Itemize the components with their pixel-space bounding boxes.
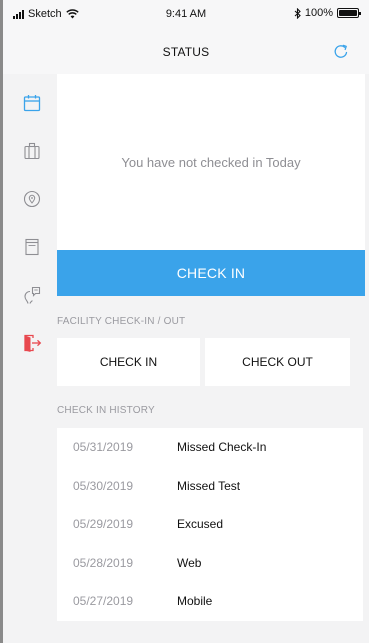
facility-section-label: FACILITY CHECK-IN / OUT bbox=[57, 316, 186, 327]
history-row[interactable]: 05/27/2019 Mobile bbox=[57, 582, 363, 621]
history-row[interactable]: 05/28/2019 Web bbox=[57, 544, 363, 583]
status-message: You have not checked in Today bbox=[121, 154, 301, 170]
luggage-icon[interactable] bbox=[22, 140, 42, 162]
bluetooth-icon bbox=[294, 7, 301, 19]
refresh-icon[interactable] bbox=[331, 42, 351, 62]
navigation-bar: STATUS bbox=[3, 30, 369, 74]
history-type: Excused bbox=[177, 517, 224, 532]
history-date: 05/31/2019 bbox=[73, 440, 134, 455]
history-type: Web bbox=[177, 555, 202, 570]
history-type: Missed Check-In bbox=[177, 440, 267, 455]
history-section-label: CHECK IN HISTORY bbox=[57, 405, 155, 416]
voice-assistant-icon[interactable] bbox=[22, 284, 42, 306]
history-date: 05/29/2019 bbox=[73, 517, 134, 532]
history-row[interactable]: 05/31/2019 Missed Check-In bbox=[57, 428, 363, 467]
history-date: 05/30/2019 bbox=[73, 478, 134, 493]
facility-check-in-button[interactable]: CHECK IN bbox=[57, 338, 200, 386]
status-bar: Sketch 9:41 AM 100% bbox=[3, 0, 369, 30]
history-row[interactable]: 05/30/2019 Missed Test bbox=[57, 467, 363, 506]
sign-out-icon[interactable] bbox=[22, 332, 42, 354]
page-title: STATUS bbox=[162, 45, 210, 59]
check-in-history-list: 05/31/2019 Missed Check-In 05/30/2019 Mi… bbox=[57, 428, 363, 621]
document-icon[interactable] bbox=[22, 236, 42, 258]
battery-percent: 100% bbox=[304, 7, 333, 19]
history-row[interactable]: 05/29/2019 Excused bbox=[57, 505, 363, 544]
status-bar-right: 100% bbox=[294, 7, 361, 19]
history-date: 05/27/2019 bbox=[73, 594, 134, 609]
check-in-status-card: You have not checked in Today bbox=[57, 74, 365, 250]
side-navigation bbox=[3, 74, 57, 643]
history-type: Mobile bbox=[177, 594, 213, 609]
battery-icon bbox=[337, 8, 361, 18]
history-date: 05/28/2019 bbox=[73, 555, 134, 570]
calendar-icon[interactable] bbox=[22, 92, 42, 114]
check-in-button[interactable]: CHECK IN bbox=[57, 250, 365, 296]
location-pin-icon[interactable] bbox=[22, 188, 42, 210]
facility-check-out-button[interactable]: CHECK OUT bbox=[205, 338, 350, 386]
history-type: Missed Test bbox=[177, 478, 241, 493]
app-screen: Sketch 9:41 AM 100% STATUS You have not … bbox=[0, 0, 369, 643]
